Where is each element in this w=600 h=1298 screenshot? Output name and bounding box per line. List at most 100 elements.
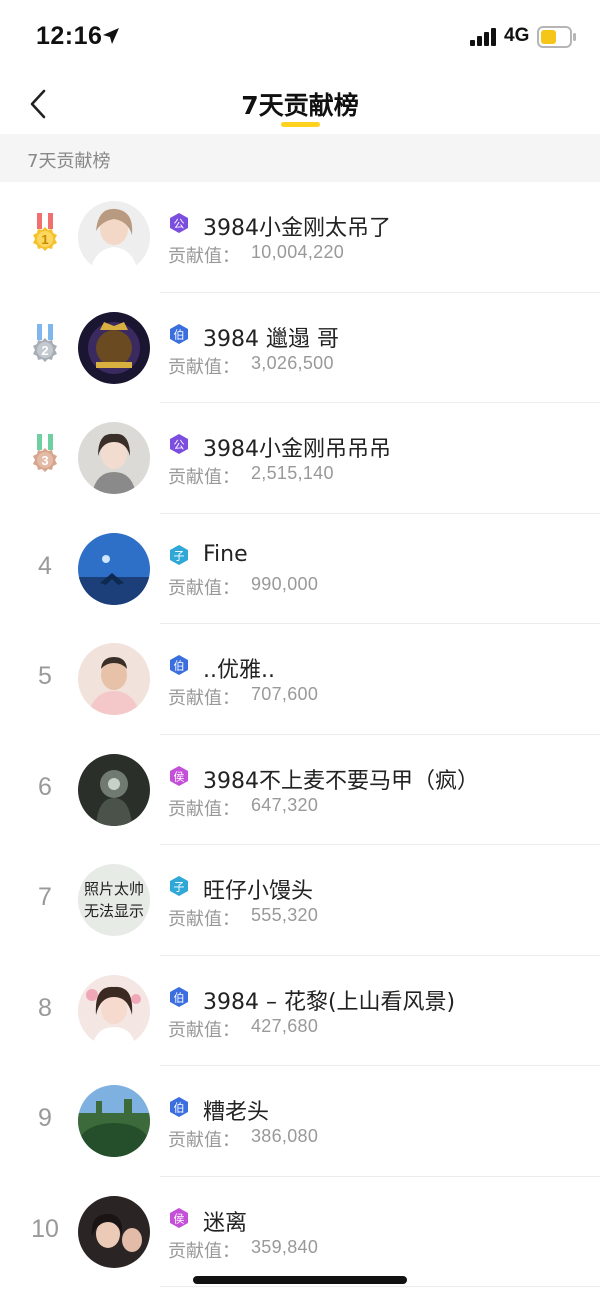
contribution-value: 555,320	[251, 905, 319, 925]
rank-number: 10	[31, 1214, 59, 1243]
svg-text:子: 子	[174, 549, 185, 562]
gold-medal-icon: 1	[33, 213, 57, 251]
level-badge-icon: 侯	[170, 1207, 188, 1228]
avatar[interactable]: 照片太帅 无法显示	[78, 864, 150, 936]
user-name[interactable]: 糟老头	[203, 1094, 269, 1126]
svg-text:伯: 伯	[174, 659, 185, 673]
rank-number: 5	[38, 662, 52, 690]
list-item[interactable]: 6 侯 3984不上麦不要马甲（疯） 贡献值： 647,320	[0, 735, 600, 846]
rank-cell: 4	[0, 514, 90, 625]
rank-cell: 10	[0, 1177, 90, 1288]
contribution-value: 2,515,140	[251, 463, 334, 483]
contribution-label: 贡献值：	[168, 1019, 240, 1041]
avatar-placeholder-line2: 无法显示	[84, 902, 144, 920]
rank-cell: 3	[0, 403, 90, 514]
user-name[interactable]: ..优雅..	[203, 652, 275, 684]
rank-number: 9	[38, 1104, 52, 1132]
level-badge-icon: 伯	[170, 1097, 188, 1117]
status-bar: 12:16 4G	[0, 0, 600, 72]
user-name[interactable]: 3984 邋遢 哥	[203, 321, 339, 353]
user-name[interactable]: 3984小金刚吊吊吊	[203, 431, 391, 463]
rank-cell: 6	[0, 735, 90, 846]
avatar[interactable]	[78, 201, 150, 273]
rank-number: 4	[38, 551, 52, 580]
nav-bar: 7天贡献榜	[0, 72, 600, 134]
svg-text:公: 公	[174, 439, 185, 452]
avatar[interactable]	[78, 1085, 150, 1157]
contribution-value: 647,320	[251, 794, 319, 815]
divider	[160, 1286, 600, 1287]
rank-number: 8	[38, 993, 52, 1022]
contribution-label: 贡献值：	[168, 246, 240, 267]
contribution-label: 贡献值：	[168, 688, 240, 709]
user-name[interactable]: 3984小金刚太吊了	[203, 210, 391, 242]
avatar[interactable]	[78, 1195, 150, 1268]
page-title: 7天贡献榜	[241, 91, 359, 120]
contribution-value: 3,026,500	[251, 352, 334, 373]
rank-cell: 8	[0, 956, 90, 1067]
section-header: 7天贡献榜	[0, 134, 600, 182]
user-name[interactable]: 旺仔小馒头	[203, 873, 313, 905]
contribution-value: 707,600	[251, 684, 319, 704]
level-badge-icon: 公	[170, 213, 188, 233]
svg-text:2: 2	[41, 343, 48, 358]
rank-cell: 2	[0, 293, 90, 404]
level-badge-icon: 伯	[170, 986, 188, 1007]
level-badge-icon: 公	[170, 434, 188, 454]
svg-text:公: 公	[174, 218, 185, 231]
user-name[interactable]: 3984 – 花黎(上山看风景)	[203, 984, 455, 1016]
list-item[interactable]: 7 照片太帅 无法显示 子 旺仔小馒头 贡献值： 555,320	[0, 845, 600, 956]
contribution-value: 386,080	[251, 1126, 319, 1146]
level-badge-icon: 伯	[170, 655, 188, 675]
list-item[interactable]: 8 伯 3984 – 花黎(上山看风景) 贡献值： 427,680	[0, 956, 600, 1067]
network-label: 4G	[504, 25, 530, 46]
battery-icon	[537, 26, 576, 48]
contribution-label: 贡献值：	[168, 356, 240, 378]
avatar[interactable]	[78, 974, 150, 1047]
svg-text:3: 3	[41, 453, 48, 468]
signal-icon	[470, 28, 496, 46]
avatar[interactable]	[78, 643, 150, 715]
location-arrow-icon	[103, 28, 119, 44]
rank-cell: 5	[0, 624, 90, 735]
rank-list: 1 公 3984小金刚太吊了 贡献值： 10,004,220 2 伯 3984 …	[0, 182, 600, 1287]
level-badge-icon: 伯	[170, 323, 188, 344]
list-item[interactable]: 3 公 3984小金刚吊吊吊 贡献值： 2,515,140	[0, 403, 600, 514]
contribution-label: 贡献值：	[168, 577, 240, 599]
user-name[interactable]: 迷离	[203, 1205, 247, 1237]
avatar[interactable]	[78, 422, 150, 494]
rank-number: 6	[38, 772, 52, 801]
contribution-value: 990,000	[251, 573, 319, 594]
svg-text:侯: 侯	[174, 1211, 185, 1225]
avatar[interactable]	[78, 311, 150, 384]
bronze-medal-icon: 3	[33, 434, 57, 472]
svg-text:侯: 侯	[174, 769, 185, 783]
rank-cell: 9	[0, 1066, 90, 1177]
user-name[interactable]: Fine	[203, 542, 248, 567]
list-item[interactable]: 4 子 Fine 贡献值： 990,000	[0, 514, 600, 625]
list-item[interactable]: 1 公 3984小金刚太吊了 贡献值： 10,004,220	[0, 182, 600, 293]
list-item[interactable]: 9 伯 糟老头 贡献值： 386,080	[0, 1066, 600, 1177]
contribution-value: 427,680	[251, 1015, 319, 1036]
rank-number: 7	[38, 883, 52, 911]
contribution-label: 贡献值：	[168, 1130, 240, 1151]
level-badge-icon: 子	[170, 544, 188, 565]
user-name[interactable]: 3984不上麦不要马甲（疯）	[203, 763, 479, 795]
silver-medal-icon: 2	[33, 323, 57, 362]
contribution-label: 贡献值：	[168, 798, 240, 820]
list-item[interactable]: 2 伯 3984 邋遢 哥 贡献值： 3,026,500	[0, 293, 600, 404]
rank-cell: 7	[0, 845, 90, 956]
avatar[interactable]	[78, 532, 150, 605]
svg-text:伯: 伯	[174, 1101, 185, 1115]
avatar[interactable]	[78, 753, 150, 826]
home-indicator[interactable]	[193, 1276, 407, 1284]
contribution-value: 10,004,220	[251, 242, 345, 262]
contribution-label: 贡献值：	[168, 909, 240, 930]
list-item[interactable]: 5 伯 ..优雅.. 贡献值： 707,600	[0, 624, 600, 735]
list-item[interactable]: 10 侯 迷离 贡献值： 359,840	[0, 1177, 600, 1288]
contribution-value: 359,840	[251, 1236, 319, 1257]
svg-text:1: 1	[41, 232, 48, 247]
section-title: 7天贡献榜	[27, 151, 111, 172]
svg-text:伯: 伯	[174, 990, 185, 1004]
contribution-label: 贡献值：	[168, 467, 240, 488]
